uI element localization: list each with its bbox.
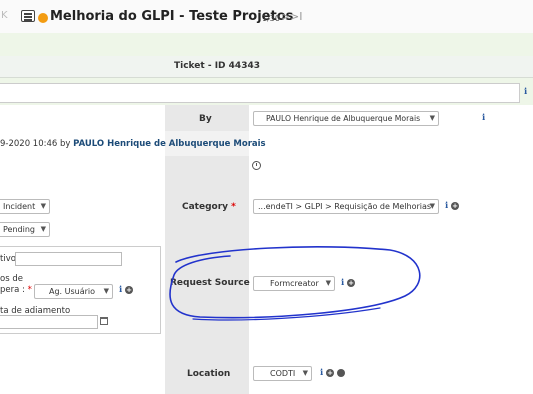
postpone-date-input[interactable]	[0, 315, 98, 329]
followup-line: 9-2020 10:46 by PAULO Henrique de Albuqu…	[0, 139, 266, 149]
wait-reason-value: Ag. Usuário	[49, 287, 96, 296]
calendar-icon[interactable]	[100, 317, 108, 325]
location-add-icon[interactable]: +	[326, 369, 334, 377]
location-info-icon[interactable]: i	[320, 368, 323, 378]
chevron-down-icon: ▼	[429, 202, 435, 210]
request-source-label: Request Source	[170, 278, 250, 288]
chevron-down-icon: ▼	[325, 279, 331, 287]
first-item-nav[interactable]: K	[1, 10, 8, 21]
reason-input[interactable]	[15, 252, 122, 266]
value-column	[249, 105, 533, 394]
chevron-down-icon: ▼	[103, 287, 109, 295]
page-title: Melhoria do GLPI - Teste Projetos	[50, 9, 294, 24]
category-value: ...endeTI > GLPI > Requisição de Melhori…	[258, 202, 432, 211]
request-source-select[interactable]: Formcreator ▼	[253, 276, 335, 291]
followup-author[interactable]: PAULO Henrique de Albuquerque Morais	[73, 139, 265, 149]
by-user-value: PAULO Henrique de Albuquerque Morais	[266, 114, 421, 123]
chevron-down-icon: ▼	[40, 225, 46, 233]
status-dot-icon	[38, 13, 48, 23]
location-label: Location	[187, 369, 231, 379]
by-label: By	[199, 114, 212, 124]
ticket-name-input[interactable]	[0, 83, 520, 103]
wait-info-icon[interactable]: i	[119, 285, 122, 295]
type-select[interactable]: Incident ▼	[0, 199, 50, 214]
request-source-value: Formcreator	[270, 279, 319, 288]
reason-label: tivo	[0, 254, 16, 264]
wait-label-2: pera : *	[0, 285, 32, 295]
status-value: Pending	[3, 225, 35, 234]
request-source-info-icon[interactable]: i	[341, 278, 344, 288]
ticket-heading: Ticket - ID 44343	[174, 61, 260, 71]
by-user-select[interactable]: PAULO Henrique de Albuquerque Morais ▼	[253, 111, 439, 126]
pager-count: 1/30	[262, 14, 280, 23]
wait-add-icon[interactable]: +	[125, 286, 133, 294]
status-select[interactable]: Pending ▼	[0, 222, 50, 237]
chevron-down-icon: ▼	[40, 202, 46, 210]
chevron-down-icon: ▼	[302, 369, 308, 377]
next-item-nav[interactable]: >	[281, 10, 290, 23]
wait-reason-select[interactable]: Ag. Usuário ▼	[34, 284, 113, 299]
by-info-icon[interactable]: i	[482, 113, 485, 123]
globe-icon[interactable]	[337, 369, 345, 377]
category-select[interactable]: ...endeTI > GLPI > Requisição de Melhori…	[253, 199, 439, 214]
type-value: Incident	[3, 202, 36, 211]
category-info-icon[interactable]: i	[445, 201, 448, 211]
list-icon[interactable]	[21, 10, 35, 22]
last-item-nav[interactable]: >I	[290, 10, 302, 23]
name-info-icon[interactable]: i	[524, 87, 527, 97]
location-value: CODTI	[270, 369, 296, 378]
request-source-add-icon[interactable]: +	[347, 279, 355, 287]
chevron-down-icon: ▼	[429, 114, 435, 122]
ticket-heading-bar	[0, 56, 533, 78]
wait-label-1: os de	[0, 274, 23, 284]
followup-date: 9-2020 10:46 by	[0, 139, 71, 149]
location-select[interactable]: CODTI ▼	[253, 366, 312, 381]
category-label: Category *	[182, 202, 236, 212]
clock-icon[interactable]	[252, 161, 261, 170]
category-add-icon[interactable]: +	[451, 202, 459, 210]
